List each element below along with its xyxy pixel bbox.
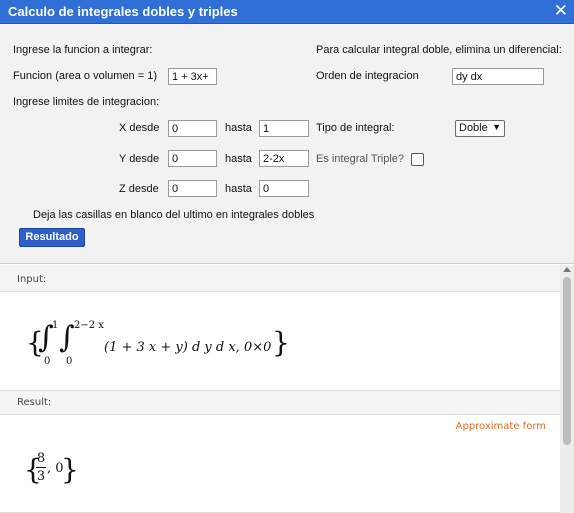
approximate-form-link[interactable]: Approximate form <box>456 421 546 432</box>
integrand: (1 + 3 x + y) d y d x, 0×0 <box>104 340 272 355</box>
y-hasta-input[interactable] <box>259 150 309 167</box>
z-hasta-input[interactable] <box>259 180 309 197</box>
close-brace: } <box>272 326 290 359</box>
x-desde-input[interactable] <box>168 120 217 137</box>
outer-upper-limit: 1 <box>52 320 59 331</box>
funcion-input[interactable] <box>168 68 217 85</box>
results-panel: Input: { ∫ 1 0 ∫ 2−2 x 0 (1 + 3 x + y) d… <box>0 265 574 513</box>
input-pod-title: Input: <box>17 274 47 285</box>
result-pod-title: Result: <box>17 397 52 408</box>
blank-fields-note: Deja las casillas en blanco del ultimo e… <box>33 209 315 221</box>
tipo-label: Tipo de integral: <box>316 122 395 134</box>
input-pod-header: Input: <box>0 268 560 292</box>
y-desde-input[interactable] <box>168 150 217 167</box>
close-icon[interactable]: ✕ <box>554 1 568 21</box>
result-expression: { 8 3 , 0 } <box>24 451 84 491</box>
chevron-down-icon: ▼ <box>492 122 501 132</box>
input-pod: { ∫ 1 0 ∫ 2−2 x 0 (1 + 3 x + y) d y d x,… <box>0 292 560 391</box>
outer-lower-limit: 0 <box>44 356 51 367</box>
funcion-heading: Ingrese la funcion a integrar: <box>13 44 153 56</box>
fraction-denominator: 3 <box>36 469 46 484</box>
z-desde-input[interactable] <box>168 180 217 197</box>
fraction-numerator: 8 <box>36 451 46 466</box>
tipo-select[interactable]: Doble ▼ <box>455 120 505 137</box>
result-pod-header: Result: <box>0 391 560 415</box>
integral-form: Ingrese la funcion a integrar: Para calc… <box>0 24 574 264</box>
input-expression: { ∫ 1 0 ∫ 2−2 x 0 (1 + 3 x + y) d y d x,… <box>26 316 306 372</box>
funcion-label: Funcion (area o volumen = 1) <box>13 70 157 82</box>
z-desde-label: Z desde <box>119 183 159 195</box>
double-integral-note: Para calcular integral doble, elimina un… <box>316 44 562 56</box>
tipo-select-value: Doble <box>459 122 488 134</box>
result-close-brace: } <box>61 453 79 486</box>
z-hasta-label: hasta <box>225 183 252 195</box>
x-desde-label: X desde <box>119 122 160 134</box>
y-hasta-label: hasta <box>225 153 252 165</box>
x-hasta-input[interactable] <box>259 120 309 137</box>
triple-checkbox[interactable] <box>411 153 424 166</box>
dialog-title: Calculo de integrales dobles y triples <box>8 4 238 19</box>
fraction-bar <box>36 467 46 468</box>
orden-input[interactable] <box>452 68 544 85</box>
result-pod: Approximate form { 8 3 , 0 } <box>0 415 560 513</box>
inner-upper-limit: 2−2 x <box>74 320 104 331</box>
triple-label: Es integral Triple? <box>316 153 405 165</box>
limites-heading: Ingrese limites de integracion: <box>13 96 160 108</box>
inner-integral-sign: ∫ <box>59 320 75 355</box>
orden-label: Orden de integracion <box>316 70 419 82</box>
x-hasta-label: hasta <box>225 122 252 134</box>
dialog-titlebar: Calculo de integrales dobles y triples ✕ <box>0 0 574 24</box>
y-desde-label: Y desde <box>119 153 160 165</box>
scroll-up-icon[interactable] <box>563 267 571 272</box>
inner-lower-limit: 0 <box>66 356 73 367</box>
resultado-button[interactable]: Resultado <box>19 228 85 247</box>
scrollbar-thumb[interactable] <box>563 277 571 445</box>
results-scrollbar[interactable] <box>560 265 574 513</box>
